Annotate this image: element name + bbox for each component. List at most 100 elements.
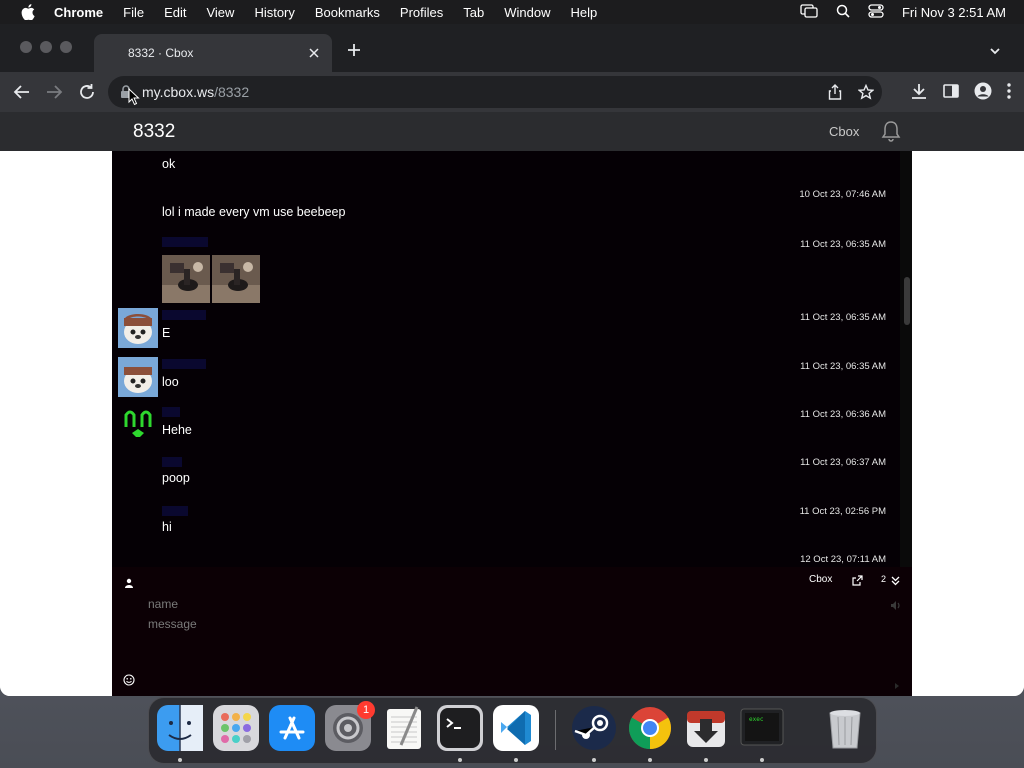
sound-icon[interactable] <box>890 598 901 610</box>
menu-edit[interactable]: Edit <box>164 5 186 20</box>
image-thumbnail[interactable] <box>162 255 210 303</box>
menu-tab[interactable]: Tab <box>463 5 484 20</box>
send-arrow-icon[interactable] <box>894 676 900 689</box>
forward-arrow-icon[interactable] <box>45 83 63 101</box>
popout-icon[interactable] <box>852 573 863 586</box>
address-bar[interactable]: my.cbox.ws/8332 <box>108 76 882 108</box>
cbox-header: 8332 Cbox <box>0 112 1024 151</box>
new-tab-icon[interactable] <box>346 42 362 58</box>
message-item: 11 Oct 23, 06:35 AM <box>112 231 898 306</box>
installer-icon[interactable] <box>683 705 729 751</box>
running-indicator <box>592 758 596 762</box>
scrollbar-thumb[interactable] <box>904 277 910 325</box>
message-sender-link[interactable] <box>162 457 182 467</box>
launchpad-icon[interactable] <box>213 705 259 751</box>
running-indicator <box>178 758 182 762</box>
tab-strip: 8332 · Cbox <box>0 24 1024 72</box>
chrome-window: 8332 · Cbox my.cbox.ws/8332 8332 Cbox ok… <box>0 24 1024 696</box>
menu-history[interactable]: History <box>254 5 294 20</box>
zoom-window-button[interactable] <box>60 41 72 53</box>
name-input[interactable] <box>148 596 848 612</box>
message-sender-link[interactable] <box>162 506 188 516</box>
finder-icon[interactable] <box>157 705 203 751</box>
message-timestamp: 11 Oct 23, 06:36 AM <box>800 409 886 420</box>
apple-menu-icon[interactable] <box>20 4 36 20</box>
menubar-clock[interactable]: Fri Nov 3 2:51 AM <box>902 5 1006 20</box>
browser-toolbar: my.cbox.ws/8332 <box>0 72 1024 112</box>
macos-dock: 1 exec <box>148 697 877 764</box>
chevron-double-down-icon[interactable] <box>891 573 900 586</box>
app-store-icon[interactable] <box>269 705 315 751</box>
steam-icon[interactable] <box>571 705 617 751</box>
download-icon[interactable] <box>910 82 928 105</box>
tab-title: 8332 · Cbox <box>128 46 194 60</box>
message-text: ok <box>162 157 176 171</box>
message-text: E <box>162 326 171 340</box>
url-host: my.cbox.ws <box>142 84 215 100</box>
green-face-avatar[interactable] <box>118 405 158 445</box>
close-window-button[interactable] <box>20 41 32 53</box>
puppy-avatar[interactable] <box>118 357 158 397</box>
message-item: 11 Oct 23, 06:35 AM E <box>112 306 898 355</box>
user-icon[interactable] <box>124 575 134 588</box>
message-timestamp: 11 Oct 23, 06:35 AM <box>800 361 886 372</box>
notification-badge: 1 <box>357 701 375 719</box>
back-arrow-icon[interactable] <box>13 83 31 101</box>
side-panel-icon[interactable] <box>942 82 960 105</box>
emoji-icon[interactable] <box>123 673 135 686</box>
message-text: lol i made every vm use beebeep <box>162 205 346 219</box>
menu-window[interactable]: Window <box>504 5 550 20</box>
message-sender-link[interactable] <box>162 237 208 247</box>
tab-close-icon[interactable] <box>306 45 322 61</box>
message-sender-link[interactable] <box>162 310 206 320</box>
scrollbar-track[interactable] <box>900 151 912 567</box>
page-content: 8332 Cbox ok 10 Oct 23, 07:46 AM lol i m… <box>0 112 1024 696</box>
trash-icon[interactable] <box>822 705 868 751</box>
menu-help[interactable]: Help <box>571 5 598 20</box>
message-text: poop <box>162 471 190 485</box>
puppy-avatar[interactable] <box>118 308 158 348</box>
mouse-cursor-icon <box>128 87 140 106</box>
minimize-window-button[interactable] <box>40 41 52 53</box>
macos-menu-bar: Chrome File Edit View History Bookmarks … <box>0 0 1024 24</box>
message-sender-link[interactable] <box>162 407 180 417</box>
message-item: 11 Oct 23, 06:36 AM Hehe <box>112 403 898 451</box>
chrome-icon[interactable] <box>627 705 673 751</box>
menu-profiles[interactable]: Profiles <box>400 5 443 20</box>
message-timestamp: 11 Oct 23, 06:37 AM <box>800 457 886 468</box>
menu-bookmarks[interactable]: Bookmarks <box>315 5 380 20</box>
menu-file[interactable]: File <box>123 5 144 20</box>
vscode-icon[interactable] <box>493 705 539 751</box>
exec-terminal-icon[interactable]: exec <box>739 705 785 751</box>
profile-avatar-icon[interactable] <box>974 82 992 105</box>
message-timestamp: 11 Oct 23, 02:56 PM <box>799 506 886 517</box>
message-text: Hehe <box>162 423 192 437</box>
message-item: 11 Oct 23, 06:37 AM poop <box>112 451 898 500</box>
menu-view[interactable]: View <box>206 5 234 20</box>
message-text: loo <box>162 375 179 389</box>
menu-app-chrome[interactable]: Chrome <box>54 5 103 20</box>
cbox-footer-link[interactable]: Cbox <box>809 574 832 585</box>
chat-pane: ok 10 Oct 23, 07:46 AM lol i made every … <box>112 151 912 696</box>
message-input[interactable] <box>148 617 848 657</box>
message-timestamp: 12 Oct 23, 07:11 AM <box>800 554 886 565</box>
control-center-icon[interactable] <box>868 3 884 21</box>
textedit-icon[interactable] <box>381 705 427 751</box>
screen-mirroring-icon[interactable] <box>800 3 818 21</box>
reload-icon[interactable] <box>78 83 96 101</box>
tab-search-chevron-icon[interactable] <box>988 44 1002 58</box>
message-sender-link[interactable] <box>162 359 206 369</box>
message-item: 12 Oct 23, 07:11 AM <box>112 548 898 567</box>
chrome-menu-icon[interactable] <box>1006 82 1012 105</box>
online-count[interactable]: 2 <box>881 574 886 584</box>
tab-active[interactable]: 8332 · Cbox <box>94 34 332 72</box>
bookmark-star-icon[interactable] <box>857 83 875 103</box>
message-timestamp: 11 Oct 23, 06:35 AM <box>800 239 886 250</box>
notification-bell-icon[interactable] <box>879 119 903 143</box>
share-icon[interactable] <box>828 84 842 103</box>
spotlight-search-icon[interactable] <box>836 4 850 21</box>
image-thumbnail[interactable] <box>212 255 260 303</box>
terminal-icon[interactable] <box>437 705 483 751</box>
running-indicator <box>704 758 708 762</box>
cbox-brand-link[interactable]: Cbox <box>829 124 859 139</box>
